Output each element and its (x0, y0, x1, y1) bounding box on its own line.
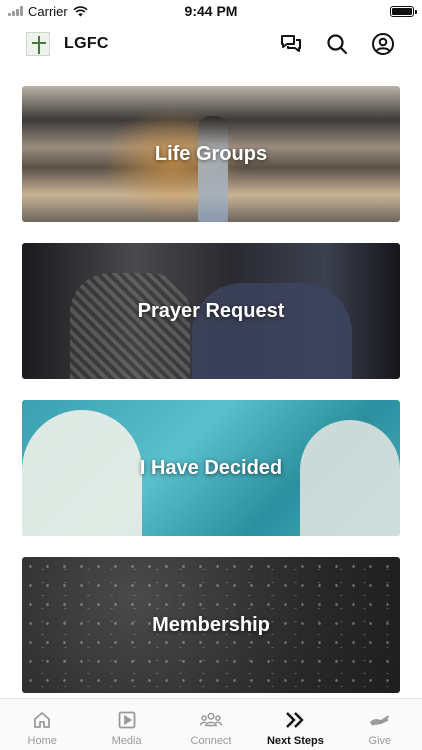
status-left: Carrier (8, 4, 88, 19)
home-icon (30, 709, 54, 731)
tab-next-steps[interactable]: Next Steps (253, 699, 337, 750)
card-label: Prayer Request (137, 299, 285, 322)
church-logo[interactable] (26, 32, 50, 56)
search-icon[interactable] (324, 31, 350, 57)
card-label: Membership (152, 613, 270, 636)
card-membership[interactable]: Membership (22, 557, 400, 693)
tab-label: Give (368, 735, 392, 747)
carrier-label: Carrier (28, 3, 68, 19)
battery-fill (392, 7, 412, 15)
card-prayer-request[interactable]: Prayer Request (22, 243, 400, 379)
app-header: LGFC (0, 24, 422, 64)
tab-connect[interactable]: Connect (169, 699, 253, 750)
header-actions (278, 31, 396, 57)
tab-home[interactable]: Home (0, 699, 84, 750)
tab-give[interactable]: Give (338, 699, 422, 750)
status-bar: Carrier 9:44 PM (0, 0, 422, 22)
tab-label: Next Steps (266, 735, 324, 747)
battery-icon (390, 5, 417, 17)
tab-bar: Home Media Connect Next Steps Give (0, 698, 422, 750)
tab-label: Connect (190, 735, 232, 747)
card-label: Life Groups (154, 142, 268, 165)
give-icon (368, 709, 392, 731)
connect-icon (199, 709, 223, 731)
tab-label: Home (27, 735, 57, 747)
media-icon (115, 709, 139, 731)
signal-icon (8, 6, 23, 16)
chat-icon[interactable] (278, 31, 304, 57)
tab-label: Media (111, 735, 142, 747)
next-steps-icon (283, 709, 307, 731)
wifi-icon (73, 5, 88, 16)
card-label: I Have Decided (139, 456, 283, 479)
card-life-groups[interactable]: Life Groups (22, 86, 400, 222)
app-title: LGFC (64, 35, 109, 52)
profile-icon[interactable] (370, 31, 396, 57)
card-i-have-decided[interactable]: I Have Decided (22, 400, 400, 536)
next-steps-list: Life Groups Prayer Request I Have Decide… (22, 86, 400, 714)
tab-media[interactable]: Media (84, 699, 168, 750)
